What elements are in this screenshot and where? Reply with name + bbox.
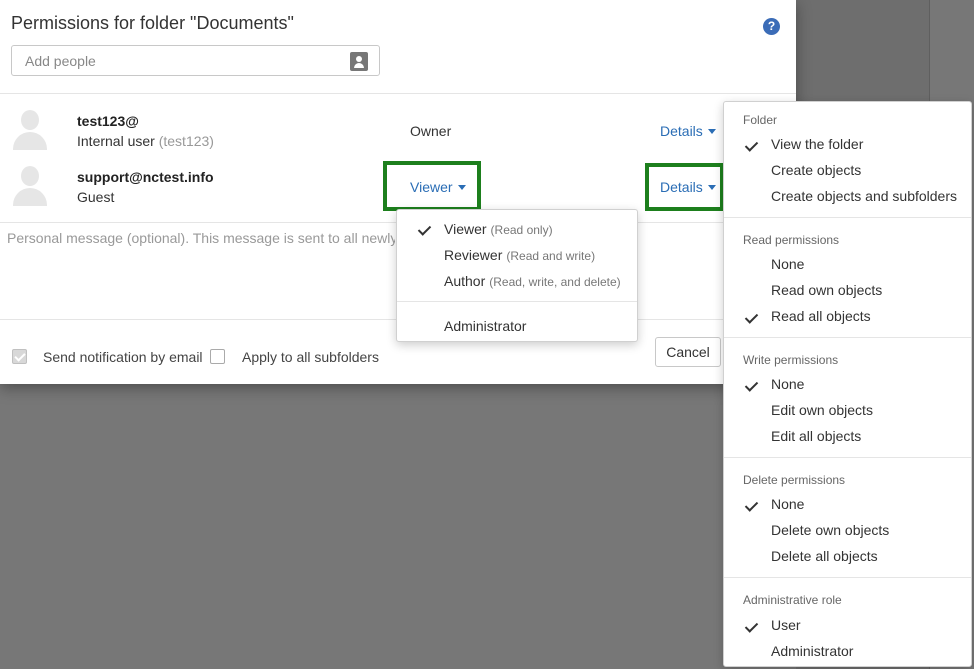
role-option-sub: (Read and write) <box>506 249 596 263</box>
help-icon[interactable]: ? <box>763 18 780 35</box>
option-create-objects-subfolders[interactable]: Create objects and subfolders <box>771 188 957 204</box>
option-role-user[interactable]: User <box>771 617 801 633</box>
send-notification-checkbox[interactable] <box>12 349 27 364</box>
section-header-delete: Delete permissions <box>743 473 846 487</box>
caret-down-icon <box>457 185 466 190</box>
option-role-administrator[interactable]: Administrator <box>771 643 853 659</box>
user-name: support@nctest.info <box>77 169 214 185</box>
role-label: Viewer <box>410 179 453 195</box>
caret-down-icon <box>707 185 716 190</box>
details-dropdown-button[interactable]: Details <box>660 179 716 195</box>
role-option-sub: (Read only) <box>490 223 553 237</box>
user-type-label: Internal user <box>77 133 155 149</box>
option-delete-own[interactable]: Delete own objects <box>771 522 889 538</box>
user-type-label: Guest <box>77 189 115 205</box>
apply-subfolders-label: Apply to all subfolders <box>242 349 379 365</box>
send-notification-label: Send notification by email <box>43 349 203 365</box>
section-header-write: Write permissions <box>743 353 839 367</box>
check-icon <box>745 500 757 512</box>
menu-divider <box>724 337 971 338</box>
avatar <box>11 108 49 150</box>
user-name: test123@ <box>77 113 139 129</box>
menu-divider <box>724 457 971 458</box>
role-option-author[interactable]: Author (Read, write, and delete) <box>444 273 621 289</box>
role-label-owner: Owner <box>410 123 452 139</box>
role-option-reviewer[interactable]: Reviewer (Read and write) <box>444 247 595 263</box>
address-book-icon[interactable] <box>350 52 368 71</box>
section-header-read: Read permissions <box>743 233 840 247</box>
details-dropdown-button[interactable]: Details <box>660 123 716 139</box>
option-view-folder[interactable]: View the folder <box>771 136 863 152</box>
role-option-viewer[interactable]: Viewer (Read only) <box>444 221 553 237</box>
role-option-sub: (Read, write, and delete) <box>489 275 621 289</box>
check-icon <box>745 621 757 633</box>
role-option-label: Viewer <box>444 221 487 237</box>
role-option-label: Author <box>444 273 486 289</box>
user-type: Internal user (test123) <box>77 133 214 149</box>
check-icon <box>418 224 430 236</box>
dialog-title: Permissions for folder "Documents" <box>11 13 294 33</box>
apply-subfolders-checkbox[interactable] <box>210 349 225 364</box>
details-dropdown-menu: Folder View the folder Create objects Cr… <box>723 101 972 667</box>
menu-divider <box>397 301 637 302</box>
option-delete-all[interactable]: Delete all objects <box>771 548 878 564</box>
personal-message-input[interactable]: Personal message (optional). This messag… <box>7 230 395 246</box>
details-label: Details <box>660 179 703 195</box>
role-option-label: Reviewer <box>444 247 503 263</box>
menu-divider <box>724 577 971 578</box>
option-read-none[interactable]: None <box>771 256 804 272</box>
cancel-button[interactable]: Cancel <box>655 337 721 367</box>
user-type: Guest <box>77 189 114 205</box>
option-edit-own[interactable]: Edit own objects <box>771 402 873 418</box>
details-label: Details <box>660 123 703 139</box>
check-icon <box>745 380 757 392</box>
check-icon <box>745 140 757 152</box>
option-read-own[interactable]: Read own objects <box>771 282 882 298</box>
role-option-administrator[interactable]: Administrator <box>444 318 526 334</box>
section-header-folder: Folder <box>743 113 778 127</box>
add-people-input[interactable] <box>12 46 332 75</box>
option-edit-all[interactable]: Edit all objects <box>771 428 861 444</box>
role-dropdown-button[interactable]: Viewer <box>410 179 466 195</box>
divider <box>0 93 796 94</box>
option-write-none[interactable]: None <box>771 376 804 392</box>
check-icon <box>745 312 757 324</box>
option-read-all[interactable]: Read all objects <box>771 308 871 324</box>
user-login: (test123) <box>158 133 214 149</box>
avatar <box>11 164 49 206</box>
section-header-admin-role: Administrative role <box>743 593 842 607</box>
option-delete-none[interactable]: None <box>771 496 804 512</box>
add-people-field[interactable] <box>11 45 380 76</box>
caret-down-icon <box>707 129 716 134</box>
option-create-objects[interactable]: Create objects <box>771 162 861 178</box>
menu-divider <box>724 217 971 218</box>
role-dropdown-menu: Viewer (Read only) Reviewer (Read and writ… <box>396 209 638 342</box>
